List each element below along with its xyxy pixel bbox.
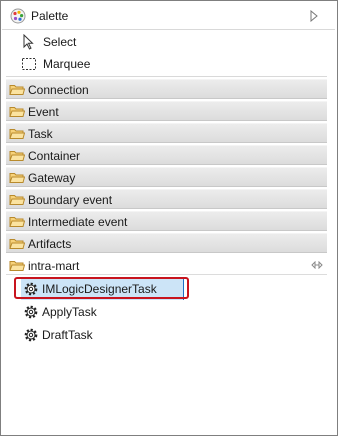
drawer-label: intra-mart [28, 259, 80, 273]
drawer-boundary-event[interactable]: Boundary event [6, 189, 327, 209]
folder-icon [9, 173, 25, 183]
drawer-event[interactable]: Event [6, 101, 327, 121]
drawer-label: Connection [28, 83, 89, 97]
collapse-arrow-icon[interactable] [309, 10, 319, 22]
entry-apply-task[interactable]: ApplyTask [21, 301, 221, 323]
drawer-intra-mart[interactable]: intra-mart [6, 255, 327, 275]
drawer-label: Task [28, 127, 53, 141]
folder-icon [9, 239, 25, 249]
palette-title: Palette [31, 9, 69, 23]
drawer-artifacts[interactable]: Artifacts [6, 233, 327, 253]
drawer-gateway[interactable]: Gateway [6, 167, 327, 187]
drawer-label: Container [28, 149, 81, 163]
drawer-label: Gateway [28, 171, 76, 185]
entry-label: DraftTask [42, 328, 93, 342]
folder-open-icon [9, 261, 25, 271]
palette-icon [10, 8, 26, 24]
gear-icon [24, 328, 38, 342]
drawer-label: Artifacts [28, 237, 72, 251]
tool-marquee-label: Marquee [43, 57, 91, 71]
arrow-cursor-icon [23, 34, 34, 50]
drawer-container[interactable]: Container [6, 145, 327, 165]
highlight-frame [14, 277, 189, 299]
folder-icon [9, 85, 25, 95]
entry-draft-task[interactable]: DraftTask [21, 324, 221, 346]
entry-label: ApplyTask [42, 305, 97, 319]
tool-select-label: Select [43, 35, 77, 49]
drawer-connection[interactable]: Connection [6, 79, 327, 99]
folder-icon [9, 107, 25, 117]
tool-marquee[interactable]: Marquee [21, 53, 321, 75]
palette-panel: Palette Select Marquee Connection Event … [0, 0, 338, 436]
gear-icon [24, 305, 38, 319]
drawer-label: Event [28, 105, 59, 119]
marquee-icon [22, 58, 36, 70]
pin-icon[interactable] [311, 261, 323, 269]
tool-select[interactable]: Select [21, 31, 321, 53]
folder-icon [9, 129, 25, 139]
folder-icon [9, 195, 25, 205]
palette-header: Palette [2, 2, 335, 30]
folder-icon [9, 217, 25, 227]
drawer-task[interactable]: Task [6, 123, 327, 143]
folder-icon [9, 151, 25, 161]
tools-separator [6, 76, 327, 77]
drawer-label: Boundary event [28, 193, 113, 207]
drawer-intermediate-event[interactable]: Intermediate event [6, 211, 327, 231]
drawer-label: Intermediate event [28, 215, 128, 229]
